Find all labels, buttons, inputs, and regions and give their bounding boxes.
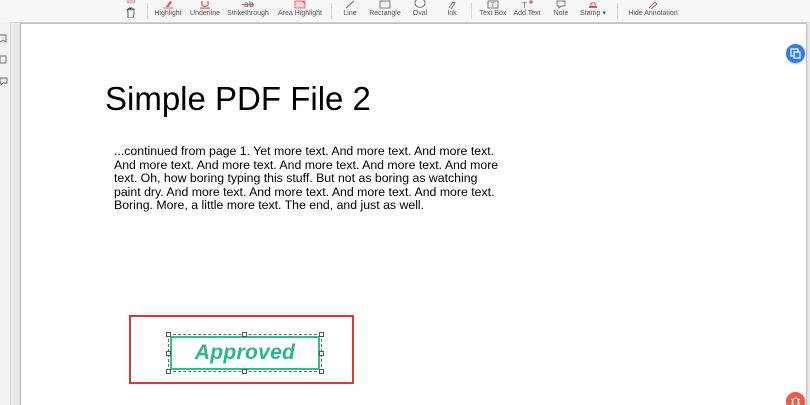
document-title: Simple PDF File 2 xyxy=(105,80,371,117)
report-bug-button[interactable] xyxy=(786,392,805,405)
body-line: Boring. More, a little more text. The en… xyxy=(114,198,425,213)
resize-handle-right[interactable] xyxy=(319,351,324,356)
highlight-tool-button[interactable]: Highlight xyxy=(150,0,186,22)
body-line: text. Oh, how boring typing this stuff. … xyxy=(114,171,478,186)
approved-stamp-annotation[interactable]: Approved xyxy=(170,336,320,370)
highlight-icon xyxy=(163,1,173,9)
line-tool-button[interactable]: Line xyxy=(336,0,364,22)
oval-icon xyxy=(414,0,426,8)
export-icon xyxy=(790,48,801,59)
line-icon xyxy=(345,0,355,9)
bug-icon xyxy=(790,397,801,405)
underline-tool-button[interactable]: Underline xyxy=(187,0,223,22)
left-sidebar-rail xyxy=(0,22,11,405)
resize-handle-top-right[interactable] xyxy=(319,332,324,337)
toolbar-separator xyxy=(617,3,618,19)
ink-tool-button[interactable]: Ink xyxy=(438,0,466,22)
oval-tool-button[interactable]: Oval xyxy=(406,0,434,22)
rectangle-icon xyxy=(379,0,391,9)
strikethrough-icon: ab xyxy=(242,0,254,9)
add-text-icon: T xyxy=(521,0,533,9)
highlight-label: Highlight xyxy=(154,10,182,17)
stamp-text: Approved xyxy=(194,341,296,364)
ink-icon xyxy=(448,1,456,9)
note-tool-button[interactable]: Note xyxy=(546,0,576,22)
page-icon[interactable] xyxy=(0,55,9,64)
bookmark-icon[interactable] xyxy=(0,34,9,43)
resize-handle-left[interactable] xyxy=(166,351,171,356)
text-box-icon: T xyxy=(487,0,499,9)
body-line: paint dry. And more text. And more text.… xyxy=(114,184,495,199)
toolbar-separator xyxy=(471,3,472,19)
hide-annotation-label: Hide Annotation xyxy=(628,10,678,17)
area-highlight-tool-button[interactable]: Area Highlight xyxy=(274,0,326,22)
text-box-tool-button[interactable]: T Text Box xyxy=(476,0,510,22)
strikethrough-label: Strikethrough xyxy=(227,10,269,17)
hand-tool-button[interactable] xyxy=(120,0,142,22)
pdf-editor-window: Highlight Underline ab Strikethrough Are… xyxy=(0,0,810,405)
add-text-label: Add Text xyxy=(513,10,541,17)
add-text-tool-button[interactable]: T Add Text xyxy=(510,0,544,22)
body-line: ...continued from page 1. Yet more text.… xyxy=(114,144,495,158)
strikethrough-tool-button[interactable]: ab Strikethrough xyxy=(224,0,272,22)
line-label: Line xyxy=(343,10,357,17)
resize-handle-bottom-right[interactable] xyxy=(319,369,324,374)
rectangle-label: Rectangle xyxy=(369,10,401,17)
stamp-tool-button[interactable]: Stamp ▾ xyxy=(576,0,610,22)
resize-handle-top[interactable] xyxy=(242,332,247,337)
resize-handle-bottom-left[interactable] xyxy=(166,369,171,374)
pdf-page: Simple PDF File 2 ...continued from page… xyxy=(20,23,807,405)
text-box-label: Text Box xyxy=(479,10,507,17)
toolbar-separator xyxy=(331,3,332,19)
comment-icon[interactable] xyxy=(0,77,9,86)
hand-icon xyxy=(126,0,136,18)
stamp-label: Stamp ▾ xyxy=(580,10,606,17)
resize-handle-bottom[interactable] xyxy=(242,369,247,374)
body-line: And more text. And more text. And more t… xyxy=(114,157,499,172)
export-button[interactable] xyxy=(786,44,805,63)
underline-label: Underline xyxy=(190,10,220,17)
hide-annotation-button[interactable]: Hide Annotation xyxy=(622,0,684,22)
annotation-toolbar: Highlight Underline ab Strikethrough Are… xyxy=(0,0,810,23)
document-body-text: ...continued from page 1. Yet more text.… xyxy=(114,144,534,213)
svg-text:T: T xyxy=(490,2,495,9)
resize-handle-top-left[interactable] xyxy=(166,332,171,337)
stamp-icon xyxy=(589,2,597,8)
oval-label: Oval xyxy=(412,10,428,17)
svg-text:T: T xyxy=(521,1,527,9)
area-highlight-icon xyxy=(294,0,306,9)
underline-icon xyxy=(200,1,210,9)
ink-label: Ink xyxy=(447,10,457,17)
hide-annotation-icon xyxy=(648,1,658,9)
toolbar-separator xyxy=(147,3,148,19)
note-label: Note xyxy=(553,10,569,17)
rectangle-tool-button[interactable]: Rectangle xyxy=(366,0,404,22)
area-highlight-label: Area Highlight xyxy=(278,10,322,17)
note-icon xyxy=(556,0,566,9)
